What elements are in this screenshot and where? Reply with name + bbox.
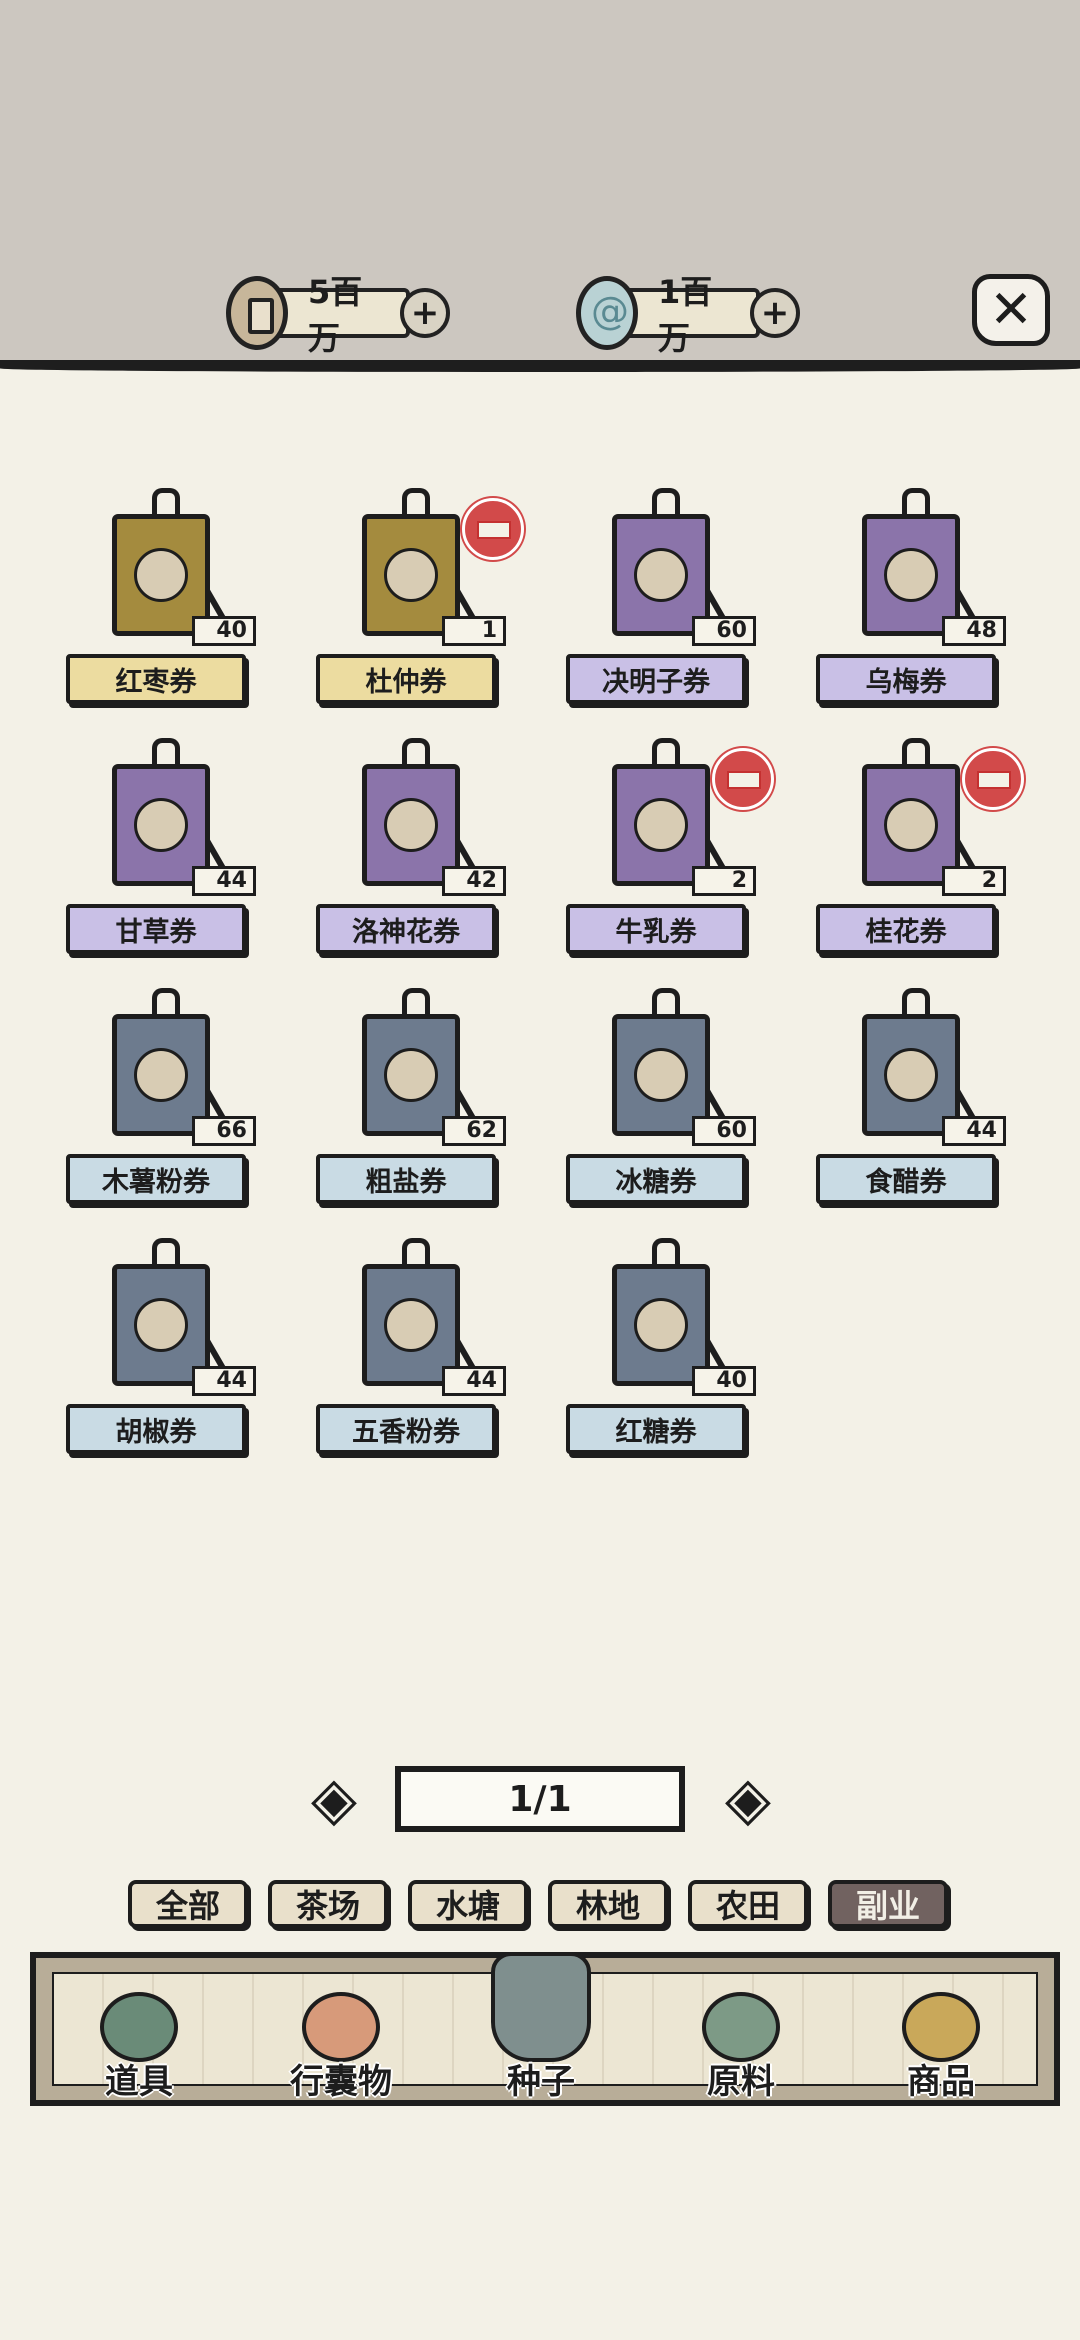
item-label: 红糖券: [566, 1404, 746, 1454]
item-card[interactable]: 44 甘草券: [66, 738, 256, 968]
item-card[interactable]: 44 食醋券: [816, 988, 1006, 1218]
nav-label: 商品: [907, 2062, 975, 2102]
item-count: 2: [692, 866, 756, 896]
new-badge-icon: [462, 498, 524, 560]
item-label: 木薯粉券: [66, 1154, 246, 1204]
item-card[interactable]: 44 五香粉券: [316, 1238, 506, 1468]
item-count: 42: [442, 866, 506, 896]
item-count: 2: [942, 866, 1006, 896]
item-label: 冰糖券: [566, 1154, 746, 1204]
filter-tab[interactable]: 水塘: [408, 1880, 528, 1928]
new-badge-icon: [712, 748, 774, 810]
coin-icon: [226, 276, 288, 350]
jade-amount: 1百万: [620, 273, 760, 357]
item-count: 48: [942, 616, 1006, 646]
item-image-icon: [884, 798, 938, 852]
item-count: 40: [692, 1366, 756, 1396]
filter-tab[interactable]: 副业: [828, 1880, 948, 1928]
coin-currency: 5百万 +: [226, 273, 450, 357]
item-card[interactable]: 44 胡椒券: [66, 1238, 256, 1468]
item-count: 44: [192, 1366, 256, 1396]
item-image-icon: [634, 798, 688, 852]
item-label: 洛神花券: [316, 904, 496, 954]
item-card[interactable]: 66 木薯粉券: [66, 988, 256, 1218]
nav-tab[interactable]: 行囊物: [266, 1966, 416, 2106]
item-image-icon: [134, 1048, 188, 1102]
item-card[interactable]: 40 红糖券: [566, 1238, 756, 1468]
item-count: 44: [192, 866, 256, 896]
filter-tab[interactable]: 全部: [128, 1880, 248, 1928]
nav-label: 行囊物: [290, 2062, 392, 2102]
tools-icon: [100, 1992, 178, 2062]
item-card[interactable]: 60 决明子券: [566, 488, 756, 718]
item-image-icon: [384, 548, 438, 602]
item-label: 桂花券: [816, 904, 996, 954]
item-count: 60: [692, 616, 756, 646]
item-count: 62: [442, 1116, 506, 1146]
item-card[interactable]: 48 乌梅券: [816, 488, 1006, 718]
item-image-icon: [134, 1298, 188, 1352]
add-jade-button[interactable]: +: [750, 288, 800, 338]
filter-tab[interactable]: 林地: [548, 1880, 668, 1928]
item-label: 决明子券: [566, 654, 746, 704]
item-card[interactable]: 2 牛乳券: [566, 738, 774, 968]
nav-tab[interactable]: 商品: [866, 1966, 1016, 2106]
item-image-icon: [384, 798, 438, 852]
item-image-icon: [884, 1048, 938, 1102]
nav-label: 道具: [105, 2062, 173, 2102]
item-label: 粗盐券: [316, 1154, 496, 1204]
item-count: 40: [192, 616, 256, 646]
nav-tab[interactable]: 原料: [666, 1966, 816, 2106]
item-label: 牛乳券: [566, 904, 746, 954]
goods-icon: [902, 1992, 980, 2062]
item-label: 五香粉券: [316, 1404, 496, 1454]
item-image-icon: [134, 798, 188, 852]
item-count: 44: [442, 1366, 506, 1396]
item-count: 44: [942, 1116, 1006, 1146]
item-label: 甘草券: [66, 904, 246, 954]
jade-icon: [576, 276, 638, 350]
new-badge-icon: [962, 748, 1024, 810]
close-button[interactable]: ✕: [972, 274, 1050, 346]
filter-tab[interactable]: 茶场: [268, 1880, 388, 1928]
top-bar: [0, 0, 1080, 368]
item-count: 66: [192, 1116, 256, 1146]
item-count: 1: [442, 616, 506, 646]
item-image-icon: [634, 548, 688, 602]
item-label: 胡椒券: [66, 1404, 246, 1454]
item-image-icon: [134, 548, 188, 602]
top-bar-edge: [0, 360, 1080, 372]
nav-tab[interactable]: 道具: [64, 1966, 214, 2106]
item-card[interactable]: 62 粗盐券: [316, 988, 506, 1218]
item-image-icon: [884, 548, 938, 602]
next-page-arrow-icon[interactable]: ◈: [694, 1764, 802, 1834]
item-card[interactable]: 42 洛神花券: [316, 738, 506, 968]
nav-label: 原料: [707, 2062, 775, 2102]
item-image-icon: [634, 1298, 688, 1352]
item-card[interactable]: 40 红枣券: [66, 488, 256, 718]
prev-page-arrow-icon[interactable]: ◈: [280, 1764, 388, 1834]
seed-bag-icon: [491, 1952, 591, 2062]
nav-label: 种子: [507, 2062, 575, 2102]
nav-tab[interactable]: 种子: [466, 1952, 616, 2106]
item-image-icon: [634, 1048, 688, 1102]
item-image-icon: [384, 1048, 438, 1102]
jade-currency: 1百万 +: [576, 273, 800, 357]
add-coins-button[interactable]: +: [400, 288, 450, 338]
leaf-icon: [702, 1992, 780, 2062]
item-count: 60: [692, 1116, 756, 1146]
item-label: 食醋券: [816, 1154, 996, 1204]
robe-icon: [302, 1992, 380, 2062]
page-indicator: 1/1: [395, 1766, 685, 1832]
item-image-icon: [384, 1298, 438, 1352]
item-card[interactable]: 1 杜仲券: [316, 488, 524, 718]
filter-tab[interactable]: 农田: [688, 1880, 808, 1928]
item-label: 红枣券: [66, 654, 246, 704]
item-label: 杜仲券: [316, 654, 496, 704]
item-card[interactable]: 60 冰糖券: [566, 988, 756, 1218]
coin-amount: 5百万: [270, 273, 410, 357]
item-card[interactable]: 2 桂花券: [816, 738, 1024, 968]
item-label: 乌梅券: [816, 654, 996, 704]
